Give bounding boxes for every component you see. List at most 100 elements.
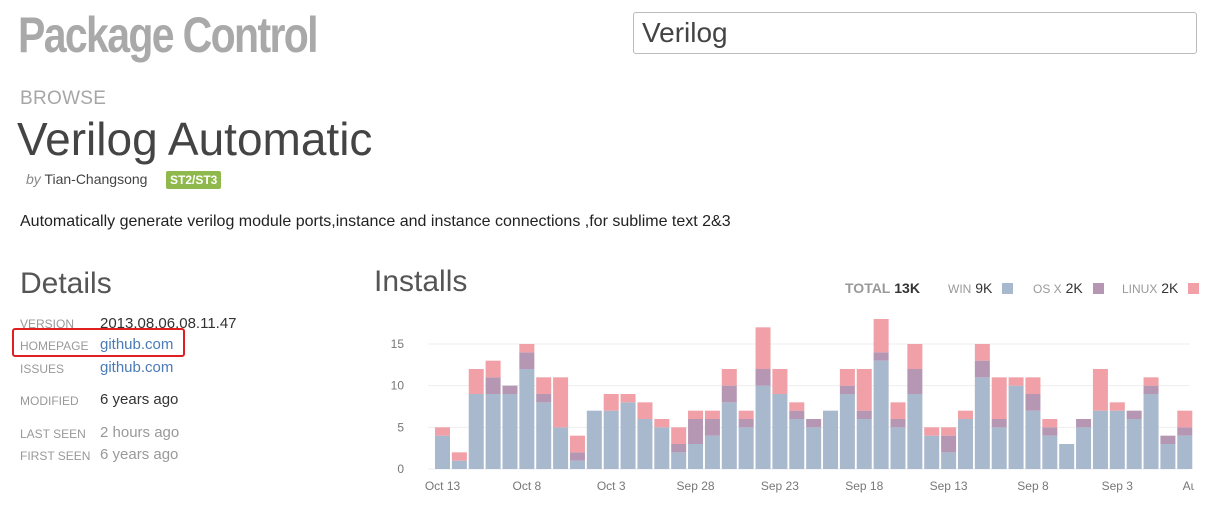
bar-win[interactable] (603, 410, 619, 469)
bar-linux[interactable] (620, 394, 636, 403)
bar-linux[interactable] (1092, 369, 1108, 411)
bar-osx[interactable] (991, 419, 1007, 428)
bar-linux[interactable] (772, 369, 788, 394)
bar-linux[interactable] (789, 402, 805, 411)
bar-win[interactable] (738, 427, 754, 469)
bar-linux[interactable] (839, 369, 855, 386)
bar-osx[interactable] (941, 435, 957, 453)
bar-win[interactable] (1076, 427, 1092, 469)
bar-osx[interactable] (688, 419, 704, 444)
bar-win[interactable] (654, 427, 670, 469)
bar-osx[interactable] (890, 419, 906, 428)
bar-linux[interactable] (721, 369, 737, 386)
bar-linux[interactable] (1025, 377, 1041, 394)
bar-linux[interactable] (1109, 402, 1125, 411)
bar-win[interactable] (536, 402, 552, 469)
bar-osx[interactable] (873, 352, 889, 361)
bar-osx[interactable] (1160, 435, 1176, 444)
author-link[interactable]: Tian-Changsong (44, 171, 147, 187)
breadcrumb[interactable]: BROWSE (20, 88, 106, 110)
bar-linux[interactable] (671, 427, 687, 444)
bar-win[interactable] (957, 419, 973, 469)
bar-win[interactable] (1160, 444, 1176, 469)
bar-linux[interactable] (1008, 377, 1024, 386)
bar-linux[interactable] (957, 410, 973, 419)
bar-osx[interactable] (1025, 394, 1041, 411)
bar-win[interactable] (907, 394, 923, 469)
bar-win[interactable] (569, 460, 585, 469)
site-logo[interactable]: Package Control (18, 6, 319, 64)
bar-osx[interactable] (485, 377, 501, 394)
bar-win[interactable] (839, 394, 855, 469)
bar-linux[interactable] (704, 410, 720, 419)
bar-linux[interactable] (974, 344, 990, 361)
bar-win[interactable] (721, 402, 737, 469)
bar-linux[interactable] (435, 427, 450, 436)
bar-win[interactable] (1143, 394, 1159, 469)
bar-linux[interactable] (873, 319, 889, 353)
bar-win[interactable] (941, 452, 957, 469)
bar-win[interactable] (1126, 419, 1142, 469)
bar-win[interactable] (1109, 410, 1125, 469)
bar-win[interactable] (620, 402, 636, 469)
bar-linux[interactable] (603, 394, 619, 411)
bar-osx[interactable] (806, 419, 822, 428)
bar-win[interactable] (435, 435, 450, 469)
bar-win[interactable] (468, 394, 484, 469)
bar-win[interactable] (1092, 410, 1108, 469)
bar-osx[interactable] (1126, 410, 1142, 419)
bar-win[interactable] (1008, 385, 1024, 469)
bar-linux[interactable] (991, 377, 1007, 419)
bar-win[interactable] (553, 427, 569, 469)
bar-win[interactable] (856, 419, 872, 469)
bar-osx[interactable] (721, 385, 737, 403)
bar-win[interactable] (502, 394, 518, 469)
bar-win[interactable] (671, 452, 687, 469)
bar-linux[interactable] (654, 419, 670, 428)
bar-win[interactable] (924, 435, 940, 469)
bar-linux[interactable] (856, 369, 872, 411)
bar-win[interactable] (974, 377, 990, 469)
bar-linux[interactable] (451, 452, 467, 461)
bar-osx[interactable] (1042, 427, 1058, 436)
bar-linux[interactable] (1177, 410, 1193, 428)
bar-linux[interactable] (755, 327, 771, 369)
bar-linux[interactable] (553, 377, 569, 428)
bar-win[interactable] (789, 419, 805, 469)
bar-win[interactable] (1177, 435, 1193, 469)
bar-linux[interactable] (907, 344, 923, 369)
bar-win[interactable] (586, 410, 602, 469)
bar-osx[interactable] (502, 385, 518, 394)
bar-linux[interactable] (536, 377, 552, 394)
bar-win[interactable] (637, 419, 653, 469)
bar-win[interactable] (806, 427, 822, 469)
bar-linux[interactable] (738, 410, 754, 419)
bar-osx[interactable] (856, 410, 872, 419)
bar-osx[interactable] (704, 419, 720, 436)
bar-osx[interactable] (1143, 385, 1159, 394)
bar-osx[interactable] (974, 360, 990, 378)
bar-win[interactable] (890, 427, 906, 469)
bar-win[interactable] (688, 444, 704, 469)
bar-win[interactable] (1025, 410, 1041, 469)
bar-win[interactable] (704, 435, 720, 469)
bar-osx[interactable] (1076, 419, 1092, 428)
bar-linux[interactable] (941, 427, 957, 436)
search-input[interactable] (633, 12, 1197, 54)
bar-win[interactable] (991, 427, 1007, 469)
bar-win[interactable] (755, 385, 771, 469)
bar-osx[interactable] (536, 394, 552, 403)
bar-linux[interactable] (1042, 419, 1058, 428)
bar-osx[interactable] (738, 419, 754, 428)
bar-osx[interactable] (907, 369, 923, 394)
bar-linux[interactable] (688, 410, 704, 419)
bar-osx[interactable] (839, 385, 855, 394)
bar-osx[interactable] (569, 452, 585, 461)
bar-linux[interactable] (485, 360, 501, 378)
bar-linux[interactable] (924, 427, 940, 436)
bar-osx[interactable] (1177, 427, 1193, 436)
bar-linux[interactable] (890, 402, 906, 419)
bar-linux[interactable] (519, 344, 535, 353)
bar-win[interactable] (485, 394, 501, 469)
bar-osx[interactable] (519, 352, 535, 369)
